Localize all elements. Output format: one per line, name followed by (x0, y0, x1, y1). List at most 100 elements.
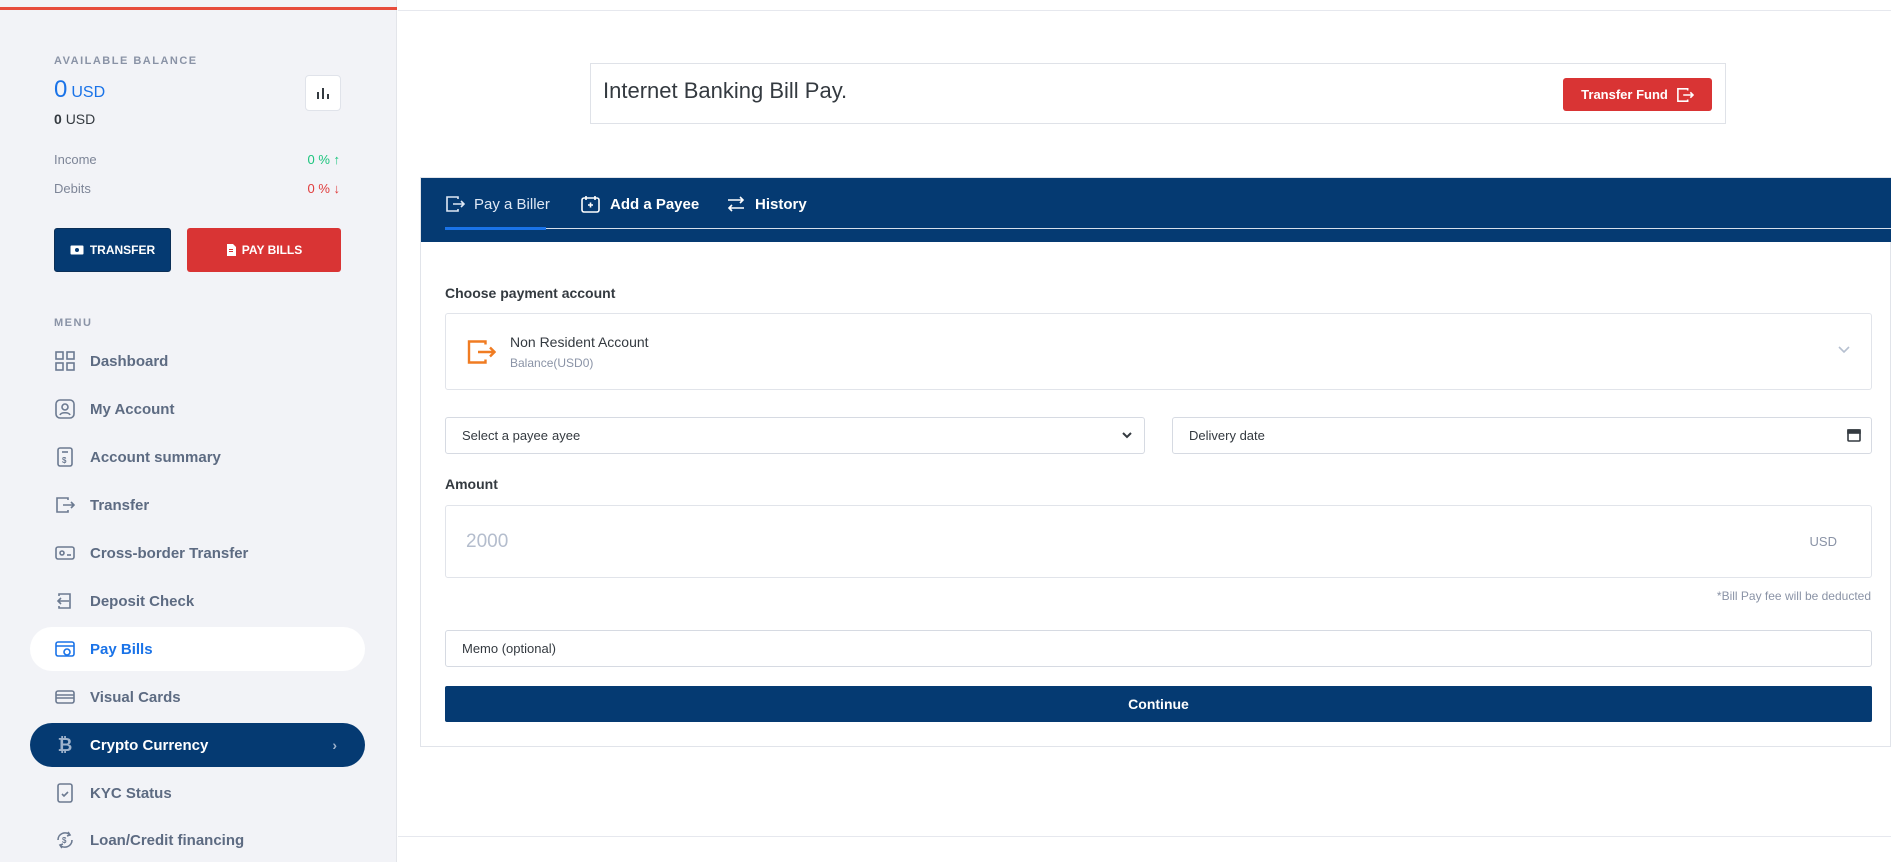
sidebar-top-accent (0, 7, 397, 10)
payment-account-select[interactable]: Non Resident Account Balance(USD0) (445, 313, 1872, 390)
sidebar-item-label: My Account (90, 400, 175, 418)
tab-history[interactable]: History (726, 178, 807, 230)
sidebar-item-label: Loan/Credit financing (90, 831, 245, 849)
chevron-right-icon: › (332, 737, 337, 753)
page-header: Internet Banking Bill Pay. Transfer Fund (590, 63, 1726, 124)
page-title: Internet Banking Bill Pay. (603, 78, 848, 103)
user-icon (54, 398, 76, 420)
account-balance: Balance(USD0) (510, 356, 594, 370)
sidebar-item-pay-bills[interactable]: Pay Bills (30, 627, 365, 671)
deposit-icon (54, 590, 76, 612)
wallet-out-icon (446, 196, 465, 212)
sidebar-paybills-label: PAY BILLS (241, 243, 303, 257)
choose-account-label: Choose payment account (445, 285, 616, 301)
sidebar-item-label: Deposit Check (90, 592, 195, 610)
sidebar-item-dashboard[interactable]: Dashboard (30, 339, 365, 383)
transfer-fund-button[interactable]: Transfer Fund (1563, 78, 1712, 111)
sidebar-item-visual-cards[interactable]: Visual Cards (30, 675, 365, 719)
chevron-down-icon (1838, 346, 1850, 354)
bill-pay-panel: Pay a Biller Add a Payee History Choose … (420, 177, 1891, 747)
sidebar-item-label: Dashboard (90, 352, 169, 370)
bill-pay-tabs: Pay a Biller Add a Payee History (421, 178, 1891, 242)
money-icon (54, 542, 76, 564)
svg-text:$: $ (62, 456, 67, 465)
debits-value: 0 % ↓ (307, 181, 340, 196)
sidebar-transfer-button[interactable]: TRANSFER (54, 228, 171, 272)
income-row: Income 0 % ↑ (54, 152, 340, 167)
tab-add-a-payee[interactable]: Add a Payee (581, 178, 699, 230)
stats-chart-button[interactable] (305, 75, 341, 111)
sidebar-paybills-button[interactable]: PAY BILLS (187, 228, 341, 272)
topbar-divider (398, 10, 1891, 11)
memo-input[interactable]: Memo (optional) (445, 630, 1872, 667)
debits-row: Debits 0 % ↓ (54, 181, 340, 196)
tab-pay-a-biller[interactable]: Pay a Biller (445, 178, 550, 230)
income-value: 0 % ↑ (307, 152, 340, 167)
sidebar-item-kyc-status[interactable]: KYC Status (30, 771, 365, 815)
bill-pay-fee-note: *Bill Pay fee will be deducted (1716, 589, 1871, 603)
grid-icon (54, 350, 76, 372)
menu-title: MENU (54, 317, 93, 329)
sidebar-item-loan-credit-financing[interactable]: $ Loan/Credit financing (30, 818, 365, 862)
amount-unit: USD (1809, 534, 1837, 549)
receipt-icon (226, 244, 236, 256)
document-dollar-icon: $ (54, 446, 76, 468)
tab-label: Pay a Biller (474, 195, 550, 213)
active-tab-indicator (445, 227, 546, 230)
balance-sub-value: 0 (54, 111, 62, 127)
cash-icon (70, 245, 84, 255)
balance-sub-currency: USD (65, 111, 96, 127)
available-balance: 0 USD (54, 76, 105, 104)
sidebar-item-account-summary[interactable]: $ Account summary (30, 435, 365, 479)
debits-label: Debits (54, 181, 91, 196)
bill-icon (54, 638, 76, 660)
swap-icon (727, 196, 745, 212)
balance-secondary: 0 USD (54, 111, 95, 127)
sidebar-item-cross-border-transfer[interactable]: Cross-border Transfer (30, 531, 365, 575)
sidebar-transfer-label: TRANSFER (89, 243, 156, 257)
amount-placeholder: 2000 (466, 531, 509, 552)
sidebar-item-crypto-currency[interactable]: ₿ Crypto Currency › (30, 723, 365, 767)
chevron-down-icon (1122, 432, 1132, 439)
sidebar-item-label: Crypto Currency (90, 736, 209, 754)
transfer-out-icon (1676, 87, 1694, 102)
sidebar-item-label: Transfer (90, 496, 150, 514)
svg-text:$: $ (62, 836, 67, 845)
bitcoin-icon: ₿ (57, 734, 73, 755)
tabs-underline (445, 228, 1891, 229)
calendar-icon (1847, 429, 1861, 442)
kyc-icon (54, 782, 76, 804)
account-transfer-icon (467, 340, 496, 364)
sidebar-item-label: Account summary (90, 448, 221, 466)
sidebar: AVAILABLE BALANCE 0 USD 0 USD Income 0 % … (0, 0, 397, 862)
sidebar-item-transfer[interactable]: Transfer (30, 483, 365, 527)
payee-select-value: Select a payee (462, 428, 549, 443)
delivery-date-placeholder: Delivery date (1189, 428, 1265, 443)
payee-select-overflow: ayee (552, 428, 581, 443)
income-label: Income (54, 152, 97, 167)
continue-button[interactable]: Continue (445, 686, 1872, 722)
footer-divider (398, 836, 1891, 837)
available-balance-title: AVAILABLE BALANCE (54, 55, 198, 67)
account-name: Non Resident Account (510, 334, 649, 350)
add-payee-icon (581, 196, 600, 213)
transfer-out-icon (54, 494, 76, 516)
sidebar-item-my-account[interactable]: My Account (30, 387, 365, 431)
sidebar-item-label: KYC Status (90, 784, 172, 802)
bar-chart-icon (317, 88, 329, 99)
loan-icon: $ (54, 829, 76, 851)
payee-select[interactable]: Select a payee ayee (445, 417, 1145, 454)
transfer-fund-label: Transfer Fund (1581, 87, 1668, 102)
sidebar-item-deposit-check[interactable]: Deposit Check (30, 579, 365, 623)
tab-label: History (755, 195, 807, 213)
balance-value: 0 (54, 76, 68, 103)
sidebar-item-label: Pay Bills (90, 640, 153, 658)
delivery-date-field[interactable]: Delivery date (1172, 417, 1872, 454)
amount-label: Amount (445, 476, 498, 492)
balance-currency: USD (71, 84, 106, 101)
memo-placeholder: Memo (optional) (462, 641, 556, 656)
card-icon (54, 686, 76, 708)
sidebar-item-label: Cross-border Transfer (90, 544, 249, 562)
tab-label: Add a Payee (610, 195, 700, 213)
amount-input[interactable]: 2000 USD (445, 505, 1872, 578)
